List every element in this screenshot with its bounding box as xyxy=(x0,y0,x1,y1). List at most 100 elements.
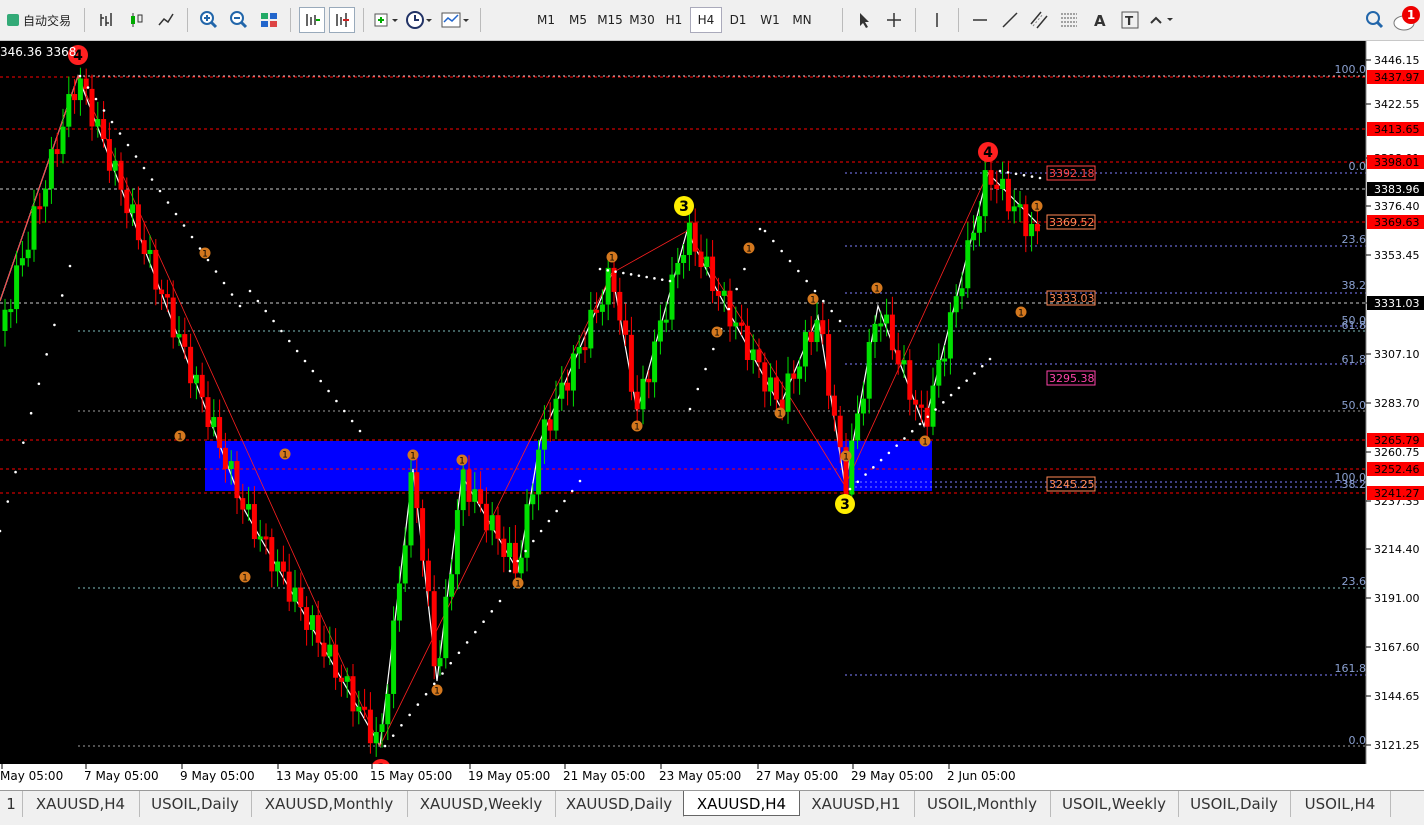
toolbar: 自动交易 M1 M5 M15 M30 H1 H4 D1 W1 MN A T 1 xyxy=(0,0,1424,41)
bull-candle xyxy=(855,413,861,441)
text-icon[interactable]: A xyxy=(1087,7,1113,33)
price-chart[interactable]: 100.0 0.0 23.6 38.2 50.0 61.8 61.8 50.0 100.0 38.… xyxy=(0,41,1424,790)
timeframe-m30[interactable]: M30 xyxy=(626,7,658,33)
sar-dot xyxy=(949,393,953,397)
price-axis-label: 3167.60 xyxy=(1374,641,1420,654)
sar-dot xyxy=(335,399,338,403)
periods-clock-icon[interactable] xyxy=(404,7,436,33)
sar-dot xyxy=(86,86,90,89)
equidistant-channel-icon[interactable] xyxy=(1027,7,1053,33)
wave-one-label: 1 xyxy=(242,574,248,584)
bull-candle xyxy=(437,658,443,667)
timeframe-m1[interactable]: M1 xyxy=(530,7,562,33)
bull-candle xyxy=(1011,206,1017,212)
search-icon[interactable] xyxy=(1362,7,1388,33)
price-axis-label: 3376.40 xyxy=(1374,200,1420,213)
timeframe-m5[interactable]: M5 xyxy=(562,7,594,33)
sar-dot xyxy=(110,120,114,124)
crosshair-icon[interactable] xyxy=(881,7,907,33)
chart-tab[interactable]: XAUUSD,Weekly xyxy=(407,791,556,817)
sar-dot xyxy=(570,489,574,493)
arrows-shapes-icon[interactable] xyxy=(1147,7,1177,33)
chart-tab[interactable]: XAUUSD,H4 xyxy=(22,791,140,817)
fib-level-label: 23.6 xyxy=(1342,233,1367,246)
bar-chart-icon[interactable] xyxy=(93,7,119,33)
chart-canvas[interactable]: 100.00.023.638.250.061.861.850.0100.038.… xyxy=(0,41,1424,790)
timeframe-mn[interactable]: MN xyxy=(786,7,818,33)
sar-dot xyxy=(957,386,961,390)
text-label-icon[interactable]: T xyxy=(1117,7,1143,33)
templates-icon[interactable] xyxy=(440,7,472,33)
bull-candle xyxy=(814,320,820,343)
bear-candle xyxy=(831,395,837,416)
cursor-icon[interactable] xyxy=(851,7,877,33)
chart-tab[interactable]: XAUUSD,H1 xyxy=(798,791,915,817)
sar-dot xyxy=(879,458,883,462)
bear-candle xyxy=(159,289,165,295)
toolbar-separator xyxy=(84,8,86,32)
bear-candle xyxy=(118,160,124,190)
sar-dot xyxy=(358,429,362,433)
sar-dot xyxy=(264,309,268,313)
sar-dot xyxy=(988,357,992,361)
bull-candle xyxy=(1000,178,1006,189)
bull-candle xyxy=(391,620,397,694)
timeframe-w1[interactable]: W1 xyxy=(754,7,786,33)
sar-dot xyxy=(1038,176,1042,180)
line-chart-icon[interactable] xyxy=(153,7,179,33)
trendline-icon[interactable] xyxy=(997,7,1023,33)
horizontal-line-icon[interactable] xyxy=(967,7,993,33)
sar-dot xyxy=(280,329,283,333)
chart-tab[interactable]: USOIL,Weekly xyxy=(1050,791,1179,817)
bull-candle xyxy=(884,314,890,324)
zoom-out-icon[interactable] xyxy=(226,7,252,33)
bear-candle xyxy=(222,447,228,469)
price-box-label: 3369.52 xyxy=(1049,216,1095,229)
tile-windows-icon[interactable] xyxy=(256,7,282,33)
auto-scroll-icon[interactable] xyxy=(299,7,326,33)
chart-tab[interactable]: USOIL,Daily xyxy=(139,791,252,817)
sar-dot xyxy=(400,723,403,727)
notification-button[interactable]: 1 xyxy=(1392,6,1422,34)
chart-tab[interactable]: XAUUSD,Monthly xyxy=(251,791,408,817)
autotrade-button[interactable]: 自动交易 xyxy=(2,7,76,33)
bear-candle xyxy=(164,294,170,298)
candlestick-chart-icon[interactable] xyxy=(123,7,149,33)
sar-dot xyxy=(578,479,582,483)
chart-tab[interactable]: 1 xyxy=(0,791,23,817)
sar-dot xyxy=(848,487,852,491)
vertical-line-icon[interactable] xyxy=(924,7,950,33)
bull-candle xyxy=(953,296,959,313)
chart-tab[interactable]: USOIL,Daily xyxy=(1178,791,1291,817)
fibonacci-icon[interactable] xyxy=(1057,7,1083,33)
bear-candle xyxy=(205,397,211,428)
chart-shift-icon[interactable] xyxy=(329,7,356,33)
chart-tab[interactable]: USOIL,H4 xyxy=(1290,791,1391,817)
chart-tab-active[interactable]: XAUUSD,H4 xyxy=(683,791,800,816)
bull-candle xyxy=(48,149,54,189)
bull-candle xyxy=(356,706,362,712)
svg-text:A: A xyxy=(1094,12,1106,29)
bear-candle xyxy=(321,642,327,657)
sar-dot xyxy=(622,271,625,275)
chart-tab[interactable]: XAUUSD,Daily xyxy=(555,791,684,817)
zoom-in-icon[interactable] xyxy=(196,7,222,33)
sar-dot xyxy=(248,289,252,293)
timeframe-h4[interactable]: H4 xyxy=(690,7,722,33)
bear-candle xyxy=(101,119,107,140)
wave-one-label: 1 xyxy=(843,453,849,463)
timeframe-h1[interactable]: H1 xyxy=(658,7,690,33)
bear-candle xyxy=(414,472,420,509)
timeframe-m15[interactable]: M15 xyxy=(594,7,626,33)
chart-tab[interactable]: USOIL,Monthly xyxy=(914,791,1051,817)
sar-dot xyxy=(688,407,692,411)
time-axis-label: 7 May 05:00 xyxy=(84,769,159,783)
indicators-icon[interactable] xyxy=(372,7,400,33)
sar-dot xyxy=(797,269,800,273)
timeframe-d1[interactable]: D1 xyxy=(722,7,754,33)
bull-candle xyxy=(257,536,263,540)
fib-level-label: 38.2 xyxy=(1342,478,1367,491)
wave-one-label: 1 xyxy=(459,457,465,467)
wave-one-label: 1 xyxy=(410,452,416,462)
sar-dot xyxy=(94,97,98,101)
